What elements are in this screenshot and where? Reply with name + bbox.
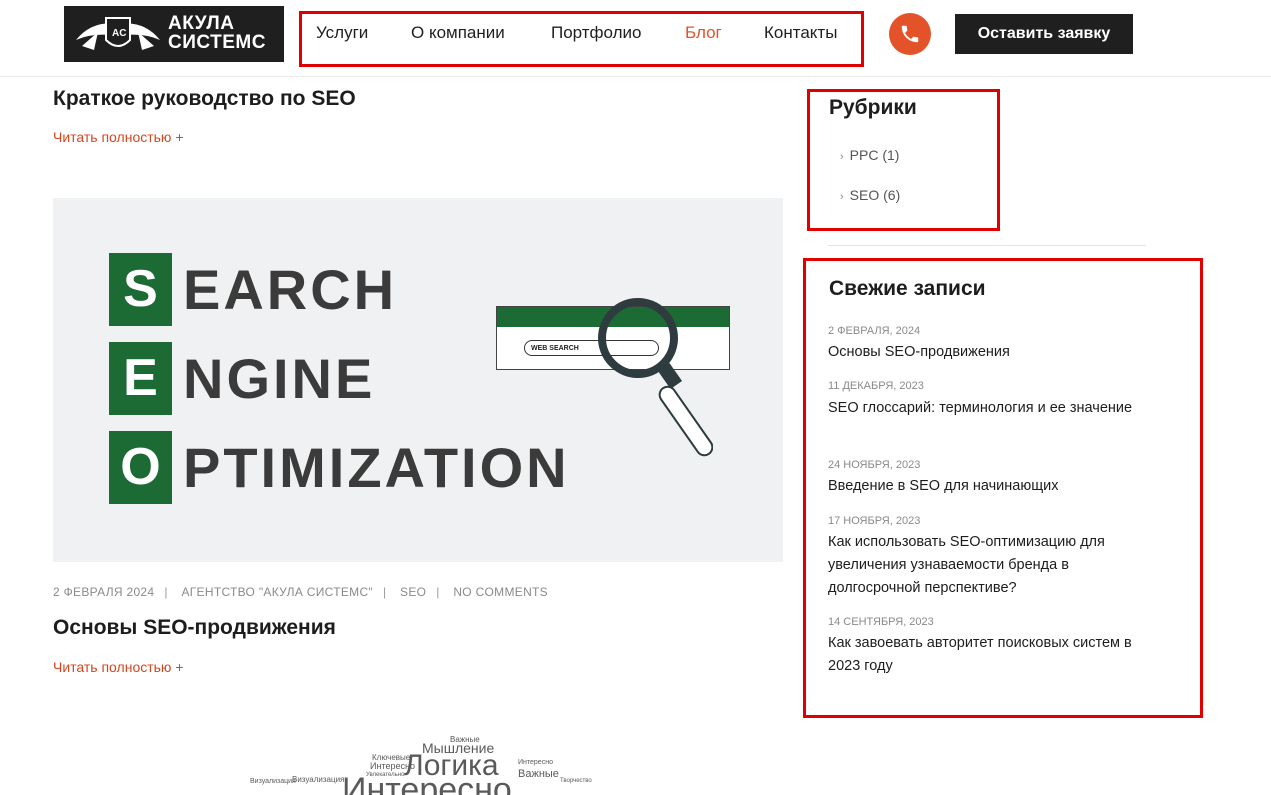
category-label: PPC (1): [849, 147, 900, 163]
post-category[interactable]: SEO: [400, 585, 426, 599]
recent-post-link[interactable]: Как использовать SEO-оптимизацию для уве…: [828, 531, 1158, 600]
shark-logo-icon: AC: [76, 17, 160, 50]
read-more-link-1[interactable]: Читать полностью +: [53, 129, 184, 145]
site-header: AC АКУЛА СИСТЕМС Услуги О компании Портф…: [0, 0, 1271, 77]
post-featured-image[interactable]: S EARCH E NGINE O PTIMIZATION WEB SEARCH: [53, 198, 783, 562]
recent-post-date: 24 НОЯБРЯ, 2023: [828, 459, 921, 471]
seo-word-optimization: PTIMIZATION: [183, 436, 570, 499]
category-item-seo[interactable]: › SEO (6): [840, 187, 900, 203]
svg-text:AC: AC: [112, 28, 126, 39]
magnifier-icon: [598, 298, 713, 457]
sidebar-divider: [828, 245, 1146, 246]
post-date: 2 ФЕВРАЛЯ 2024: [53, 585, 155, 599]
seo-word-search: EARCH: [183, 258, 398, 321]
recent-post-date: 14 СЕНТЯБРЯ, 2023: [828, 616, 934, 628]
nav-item-blog[interactable]: Блог: [685, 23, 722, 43]
nav-item-services[interactable]: Услуги: [316, 23, 368, 43]
recent-posts-title: Свежие записи: [829, 277, 986, 300]
post-title-1[interactable]: Краткое руководство по SEO: [53, 87, 356, 111]
category-label: SEO (6): [849, 187, 901, 203]
recent-post-link[interactable]: Введение в SEO для начинающих: [828, 475, 1158, 498]
seo-letter-s: S: [109, 253, 172, 326]
post-meta: 2 ФЕВРАЛЯ 2024 | АГЕНТСТВО "АКУЛА СИСТЕМС…: [53, 585, 548, 599]
nav-item-about[interactable]: О компании: [411, 23, 505, 43]
recent-post-link[interactable]: SEO глоссарий: терминология и ее значени…: [828, 397, 1158, 420]
request-button[interactable]: Оставить заявку: [955, 14, 1133, 54]
logo-text-line2: СИСТЕМС: [168, 32, 266, 53]
cloud-word: Интересно: [518, 759, 553, 766]
cloud-word: Важные: [518, 768, 559, 780]
logo-text-line1: АКУЛА: [168, 13, 235, 34]
logo-text: АКУЛА СИСТЕМС: [168, 14, 266, 52]
seo-word-engine: NGINE: [183, 347, 376, 410]
recent-post-link[interactable]: Как завоевать авторитет поисковых систем…: [828, 632, 1158, 678]
cloud-word: Интересно: [342, 771, 512, 795]
cloud-word: Творчество: [560, 778, 592, 784]
recent-post-link[interactable]: Основы SEO-продвижения: [828, 341, 1158, 364]
categories-title: Рубрики: [829, 96, 917, 119]
seo-letter-o: O: [109, 431, 172, 504]
word-cloud-image: Важные Мышление Ключевые Интересно Логик…: [222, 735, 602, 795]
read-more-link-2[interactable]: Читать полностью +: [53, 659, 184, 675]
nav-item-contacts[interactable]: Контакты: [764, 23, 837, 43]
seo-letter-e: E: [109, 342, 172, 415]
phone-button[interactable]: [889, 13, 931, 55]
chevron-right-icon: ›: [840, 191, 844, 203]
cloud-word: Визуализация: [250, 778, 296, 785]
category-item-ppc[interactable]: › PPC (1): [840, 147, 899, 163]
chevron-right-icon: ›: [840, 151, 844, 163]
phone-icon: [901, 25, 919, 43]
site-logo[interactable]: AC АКУЛА СИСТЕМС: [64, 6, 284, 62]
recent-post-date: 17 НОЯБРЯ, 2023: [828, 515, 921, 527]
recent-post-date: 2 ФЕВРАЛЯ, 2024: [828, 325, 921, 337]
recent-post-date: 11 ДЕКАБРЯ, 2023: [828, 380, 924, 392]
post-title-2[interactable]: Основы SEO-продвижения: [53, 616, 336, 640]
post-comments[interactable]: NO COMMENTS: [453, 585, 548, 599]
cloud-word: Визуализация: [292, 775, 345, 784]
nav-item-portfolio[interactable]: Портфолио: [551, 23, 641, 43]
post-author[interactable]: АГЕНТСТВО "АКУЛА СИСТЕМС": [181, 585, 373, 599]
